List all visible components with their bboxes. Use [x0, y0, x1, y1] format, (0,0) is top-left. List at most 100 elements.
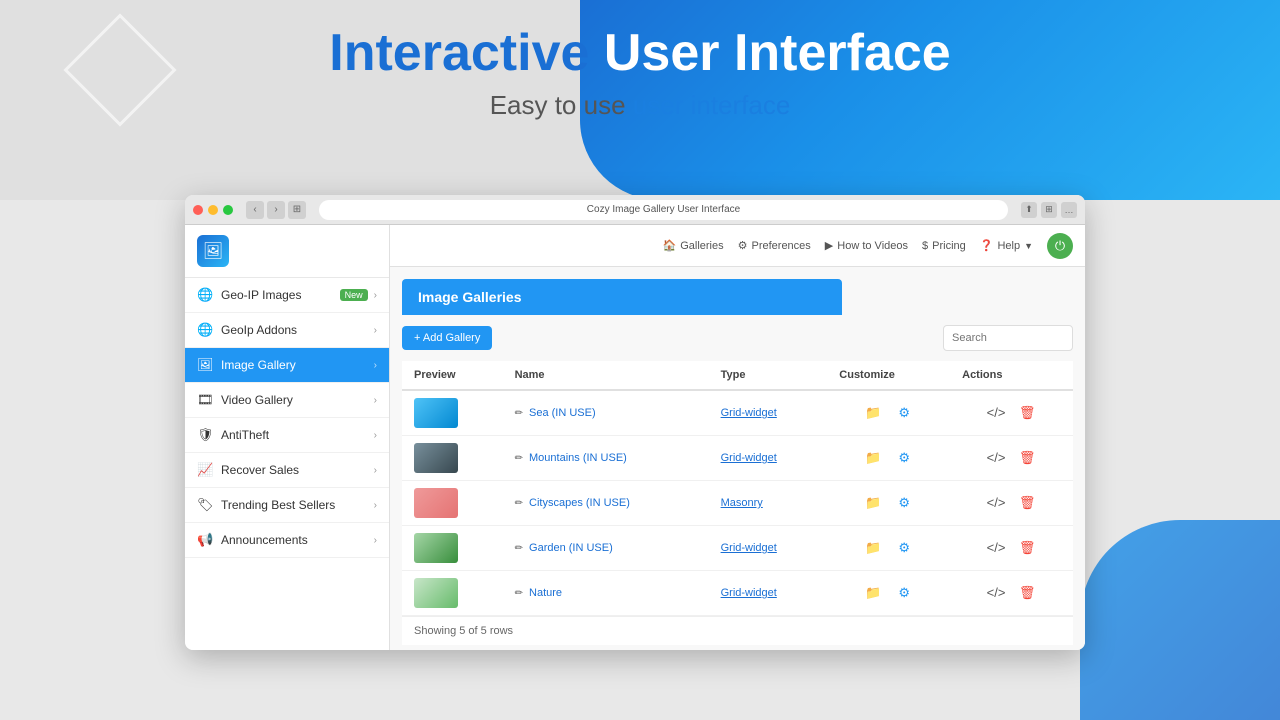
gallery-name-link[interactable]: Mountains (IN USE)	[529, 452, 627, 464]
folder-button[interactable]: 📁	[861, 446, 885, 470]
browser-action-buttons: ⬆ ⊞ …	[1021, 202, 1077, 218]
col-type: Type	[709, 361, 828, 390]
sidebar-label-geoip-addons: GeoIp Addons	[221, 323, 374, 337]
browser-forward-button[interactable]: ›	[267, 201, 285, 219]
app-layout: 🖼 🌐 Geo-IP Images New › 🌐 GeoIp Addons ›…	[185, 225, 1085, 650]
app-logo-icon: 🖼	[197, 235, 229, 267]
gallery-name-link[interactable]: Garden (IN USE)	[529, 542, 613, 554]
nav-pricing[interactable]: $ Pricing	[922, 240, 966, 252]
gallery-type-link[interactable]: Masonry	[721, 497, 763, 509]
sidebar-item-image-gallery[interactable]: 🖼 Image Gallery ›	[185, 348, 389, 383]
browser-action-bookmark[interactable]: ⊞	[1041, 202, 1057, 218]
section-header: Image Galleries	[402, 279, 842, 315]
galleries-table: Preview Name Type Customize Actions ✏ Se…	[402, 361, 1073, 616]
cell-name: ✏ Sea (IN USE)	[503, 390, 709, 436]
nav-preferences[interactable]: ⚙ Preferences	[738, 239, 811, 252]
gear-button[interactable]: ⚙	[892, 446, 916, 470]
browser-dot-minimize[interactable]	[208, 205, 218, 215]
gallery-type-link[interactable]: Grid-widget	[721, 407, 777, 419]
gallery-type-link[interactable]: Grid-widget	[721, 542, 777, 554]
edit-pencil-icon: ✏	[515, 453, 523, 464]
pricing-icon: $	[922, 240, 928, 252]
nav-galleries[interactable]: 🏠 Galleries	[663, 239, 724, 252]
folder-button[interactable]: 📁	[861, 581, 885, 605]
code-button[interactable]: </>	[984, 581, 1008, 605]
folder-button[interactable]: 📁	[861, 401, 885, 425]
preferences-icon: ⚙	[738, 239, 748, 252]
edit-pencil-icon: ✏	[515, 408, 523, 419]
trending-arrow: ›	[374, 500, 377, 511]
code-button[interactable]: </>	[984, 401, 1008, 425]
edit-pencil-icon: ✏	[515, 498, 523, 509]
sidebar-item-geoip-addons[interactable]: 🌐 GeoIp Addons ›	[185, 313, 389, 348]
sidebar-item-recover-sales[interactable]: 📈 Recover Sales ›	[185, 453, 389, 488]
gallery-name-link[interactable]: Nature	[529, 587, 562, 599]
thumb-5	[414, 578, 458, 608]
thumb-2	[414, 443, 458, 473]
hero-title-part1: Interactive	[329, 24, 589, 82]
cell-customize: 📁 ⚙	[827, 390, 950, 436]
folder-button[interactable]: 📁	[861, 491, 885, 515]
gallery-name-link[interactable]: Cityscapes (IN USE)	[529, 497, 630, 509]
sidebar-label-geo-ip-images: Geo-IP Images	[221, 288, 340, 302]
cell-preview	[402, 526, 503, 571]
sidebar: 🖼 🌐 Geo-IP Images New › 🌐 GeoIp Addons ›…	[185, 225, 390, 650]
main-content: 🏠 Galleries ⚙ Preferences ▶ How to Video…	[390, 225, 1085, 650]
nav-help[interactable]: ❓ Help ▼	[980, 239, 1033, 252]
cell-actions: </> 🗑	[950, 481, 1073, 526]
sidebar-item-video-gallery[interactable]: 🎞 Video Gallery ›	[185, 383, 389, 418]
gear-button[interactable]: ⚙	[892, 491, 916, 515]
gallery-name-link[interactable]: Sea (IN USE)	[529, 407, 596, 419]
sidebar-label-trending: Trending Best Sellers	[221, 498, 374, 512]
gallery-type-link[interactable]: Grid-widget	[721, 587, 777, 599]
delete-button[interactable]: 🗑	[1015, 446, 1039, 470]
browser-grid-button[interactable]: ⊞	[288, 201, 306, 219]
nav-howto[interactable]: ▶ How to Videos	[825, 239, 908, 252]
browser-chrome: ‹ › ⊞ Cozy Image Gallery User Interface …	[185, 195, 1085, 225]
gear-button[interactable]: ⚙	[892, 581, 916, 605]
table-footer: Showing 5 of 5 rows	[402, 616, 1073, 645]
hero-title-part2: User Interface	[604, 24, 951, 82]
howto-icon: ▶	[825, 239, 833, 252]
gear-button[interactable]: ⚙	[892, 401, 916, 425]
code-button[interactable]: </>	[984, 491, 1008, 515]
col-name: Name	[503, 361, 709, 390]
browser-dot-close[interactable]	[193, 205, 203, 215]
search-input[interactable]	[943, 325, 1073, 351]
image-gallery-arrow: ›	[374, 360, 377, 371]
power-button[interactable]: ⏻	[1047, 233, 1073, 259]
browser-action-settings[interactable]: …	[1061, 202, 1077, 218]
cell-name: ✏ Mountains (IN USE)	[503, 436, 709, 481]
preferences-label: Preferences	[751, 240, 810, 252]
gear-button[interactable]: ⚙	[892, 536, 916, 560]
sidebar-logo: 🖼	[185, 225, 389, 278]
sidebar-item-geo-ip-images[interactable]: 🌐 Geo-IP Images New ›	[185, 278, 389, 313]
sidebar-label-antitheft: AntiTheft	[221, 428, 374, 442]
cell-customize: 📁 ⚙	[827, 571, 950, 616]
sidebar-item-trending-best-sellers[interactable]: 🏷 Trending Best Sellers ›	[185, 488, 389, 523]
gallery-type-link[interactable]: Grid-widget	[721, 452, 777, 464]
delete-button[interactable]: 🗑	[1015, 581, 1039, 605]
announcements-arrow: ›	[374, 535, 377, 546]
browser-back-button[interactable]: ‹	[246, 201, 264, 219]
cell-name: ✏ Nature	[503, 571, 709, 616]
browser-dot-maximize[interactable]	[223, 205, 233, 215]
edit-pencil-icon: ✏	[515, 588, 523, 599]
delete-button[interactable]: 🗑	[1015, 491, 1039, 515]
folder-button[interactable]: 📁	[861, 536, 885, 560]
code-button[interactable]: </>	[984, 536, 1008, 560]
pricing-label: Pricing	[932, 240, 966, 252]
sidebar-item-antitheft[interactable]: 🛡 AntiTheft ›	[185, 418, 389, 453]
browser-url-bar[interactable]: Cozy Image Gallery User Interface	[319, 200, 1008, 220]
browser-nav-buttons: ‹ › ⊞	[246, 201, 306, 219]
delete-button[interactable]: 🗑	[1015, 401, 1039, 425]
cell-type: Grid-widget	[709, 571, 828, 616]
cell-type: Masonry	[709, 481, 828, 526]
top-navbar: 🏠 Galleries ⚙ Preferences ▶ How to Video…	[390, 225, 1085, 267]
sidebar-item-announcements[interactable]: 📢 Announcements ›	[185, 523, 389, 558]
code-button[interactable]: </>	[984, 446, 1008, 470]
browser-action-share[interactable]: ⬆	[1021, 202, 1037, 218]
cell-customize: 📁 ⚙	[827, 526, 950, 571]
add-gallery-button[interactable]: + Add Gallery	[402, 326, 492, 350]
delete-button[interactable]: 🗑	[1015, 536, 1039, 560]
